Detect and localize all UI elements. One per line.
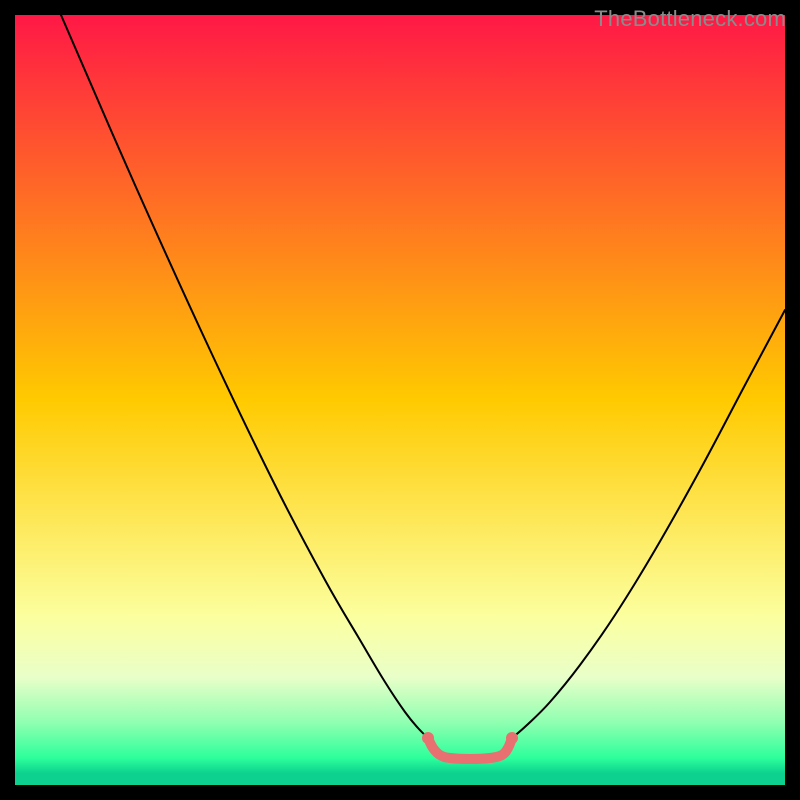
bottleneck-curve-chart — [0, 0, 800, 800]
chart-container: TheBottleneck.com — [0, 0, 800, 800]
plot-background — [15, 15, 785, 785]
watermark-text: TheBottleneck.com — [594, 6, 786, 32]
